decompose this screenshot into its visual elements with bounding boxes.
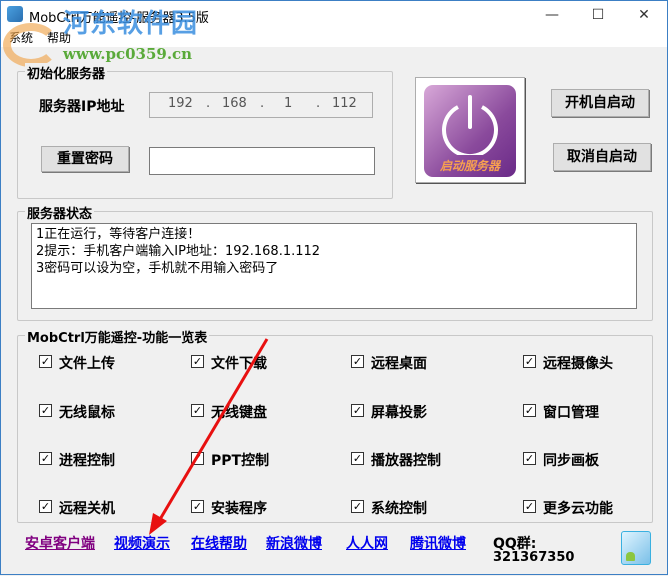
feature-label: 系统控制 (371, 501, 427, 517)
init-server-group (17, 71, 393, 199)
checkbox-check-icon[interactable]: ✓ (191, 355, 204, 368)
qq-number: 321367350 (493, 550, 575, 562)
checkbox-check-icon[interactable]: ✓ (523, 452, 536, 465)
feature-label: 远程关机 (59, 501, 115, 517)
checkbox-check-icon[interactable]: ✓ (523, 500, 536, 513)
feature-label: 屏幕投影 (371, 405, 427, 421)
checkbox-check-icon[interactable]: ✓ (191, 404, 204, 417)
feature-label: 文件下载 (211, 356, 267, 372)
ip-label: 服务器IP地址 (39, 99, 125, 115)
server-status-label: 服务器状态 (25, 203, 95, 222)
footer-link[interactable]: 安卓客户端 (25, 533, 95, 553)
checkbox-check-icon[interactable]: ✓ (523, 404, 536, 417)
init-server-label: 初始化服务器 (25, 63, 108, 82)
watermark-site: 河东软件园 (63, 9, 199, 39)
checkbox-check-icon[interactable]: ✓ (523, 355, 536, 368)
feature-label: 无线键盘 (211, 405, 267, 421)
status-line: 3密码可以设为空，手机就不用输入密码了 (36, 261, 279, 276)
footer-link[interactable]: 腾讯微博 (410, 533, 466, 553)
checkbox-check-icon[interactable]: ✓ (351, 500, 364, 513)
feature-label: 无线鼠标 (59, 405, 115, 421)
feature-label: 同步画板 (543, 453, 599, 469)
ip-octet-1: 192 (168, 96, 193, 111)
feature-label: 窗口管理 (543, 405, 599, 421)
footer-link[interactable]: 新浪微博 (266, 533, 322, 553)
close-button[interactable]: ✕ (621, 1, 667, 29)
footer-link[interactable]: 在线帮助 (191, 533, 247, 553)
password-input[interactable] (149, 147, 375, 175)
watermark-logo (3, 23, 59, 67)
status-log[interactable]: 1正在运行，等待客户连接！ 2提示：手机客户端输入IP地址：192.168.1.… (31, 223, 637, 309)
ip-octet-3: 1 (284, 96, 293, 111)
maximize-button[interactable]: ☐ (575, 1, 621, 29)
checkbox-check-icon[interactable]: ✓ (39, 355, 52, 368)
reset-password-button[interactable]: 重置密码 (41, 146, 129, 172)
checkbox-check-icon[interactable]: ✓ (39, 404, 52, 417)
checkbox-check-icon[interactable]: ✓ (351, 404, 364, 417)
ip-field[interactable]: 192 . 168 . 1 . 112 (149, 92, 373, 118)
start-server-button[interactable]: 启动服务器 (415, 77, 525, 183)
checkbox-check-icon[interactable]: ✓ (191, 500, 204, 513)
watermark-url: www.pc0359.cn (63, 45, 193, 63)
feature-label: 远程摄像头 (543, 356, 613, 372)
status-line: 1正在运行，等待客户连接！ (36, 227, 201, 242)
ip-octet-2: 168 (222, 96, 247, 111)
feature-label: 播放器控制 (371, 453, 441, 469)
features-label: MobCtrl万能遥控-功能一览表 (25, 327, 210, 346)
feature-label: 远程桌面 (371, 356, 427, 372)
minimize-button[interactable]: — (529, 1, 575, 29)
feature-label: PPT控制 (211, 453, 270, 469)
footer-link[interactable]: 人人网 (346, 533, 388, 553)
autostart-on-button[interactable]: 开机自启动 (551, 89, 649, 117)
ip-octet-4: 112 (332, 96, 357, 111)
checkbox-check-icon[interactable]: ✓ (39, 500, 52, 513)
feature-label: 更多云功能 (543, 501, 613, 517)
footer-link[interactable]: 视频演示 (114, 533, 170, 553)
status-line: 2提示：手机客户端输入IP地址：192.168.1.112 (36, 244, 321, 259)
feature-label: 安装程序 (211, 501, 267, 517)
checkbox-check-icon[interactable]: ✓ (39, 452, 52, 465)
checkbox-check-icon[interactable]: ✓ (351, 452, 364, 465)
checkbox-check-icon[interactable]: ✓ (351, 355, 364, 368)
feature-label: 文件上传 (59, 356, 115, 372)
autostart-off-button[interactable]: 取消自启动 (553, 143, 651, 171)
start-server-caption: 启动服务器 (439, 159, 500, 173)
app-icon (7, 6, 23, 22)
checkbox-check-icon[interactable]: ✓ (191, 452, 204, 465)
android-pc-icon[interactable] (621, 531, 651, 565)
feature-label: 进程控制 (59, 453, 115, 469)
power-icon: 启动服务器 (424, 85, 516, 177)
